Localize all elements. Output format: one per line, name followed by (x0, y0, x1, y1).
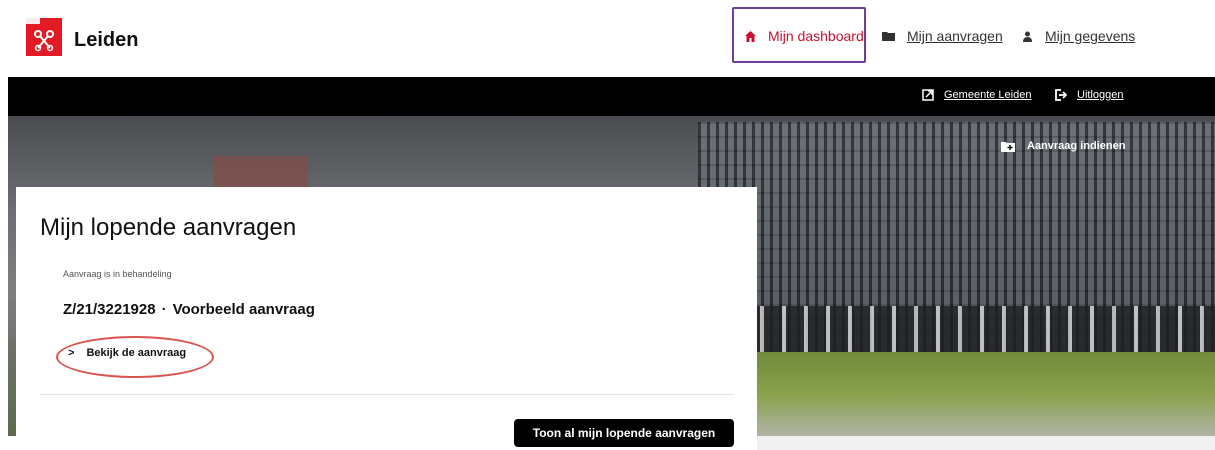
page-bottom-area (757, 436, 1215, 450)
card-divider (40, 394, 734, 395)
toon-alle-aanvragen-button[interactable]: Toon al mijn lopende aanvragen (514, 419, 734, 447)
case-separator: · (161, 301, 167, 318)
logout-icon (1055, 89, 1067, 101)
bekijk-aanvraag-label: Bekijk de aanvraag (86, 347, 187, 359)
main-nav: Mijn dashboard Mijn aanvragen Mijn gegev… (0, 0, 1215, 77)
nav-gegevens[interactable]: Mijn gegevens (1022, 28, 1135, 44)
chevron-right-icon: > (68, 347, 75, 359)
folder-plus-icon (1001, 141, 1015, 152)
card-title: Mijn lopende aanvragen (40, 214, 297, 241)
nav-aanvragen-label: Mijn aanvragen (907, 28, 1003, 44)
uitloggen-label: Uitloggen (1077, 89, 1124, 101)
hero-building-base (698, 306, 1215, 356)
site-header: Leiden Mijn dashboard Mijn aanvragen Mij… (0, 0, 1215, 77)
nav-aanvragen[interactable]: Mijn aanvragen (882, 28, 1003, 44)
dashboard-highlight-box (732, 7, 866, 63)
aanvraag-indienen-button[interactable]: Aanvraag indienen (1001, 140, 1125, 152)
aanvraag-indienen-label: Aanvraag indienen (1027, 140, 1126, 152)
utility-bar: Gemeente Leiden Uitloggen (8, 77, 1215, 116)
nav-gegevens-label: Mijn gegevens (1045, 28, 1136, 44)
external-link-icon (922, 89, 934, 101)
user-icon (1023, 31, 1032, 42)
gemeente-leiden-link[interactable]: Gemeente Leiden (922, 89, 1031, 101)
uitloggen-link[interactable]: Uitloggen (1055, 89, 1123, 101)
hero-grass (698, 352, 1215, 436)
gemeente-leiden-label: Gemeente Leiden (944, 89, 1032, 101)
case-title: Z/21/3221928 · Voorbeeld aanvraag (63, 301, 315, 318)
lopende-aanvragen-card: Mijn lopende aanvragen Aanvraag is in be… (16, 187, 757, 450)
case-number: Z/21/3221928 (63, 301, 156, 318)
bekijk-aanvraag-link[interactable]: > Bekijk de aanvraag (68, 347, 186, 359)
status-label: Aanvraag is in behandeling (63, 269, 172, 279)
folder-icon (882, 32, 895, 41)
case-name: Voorbeeld aanvraag (172, 301, 315, 318)
